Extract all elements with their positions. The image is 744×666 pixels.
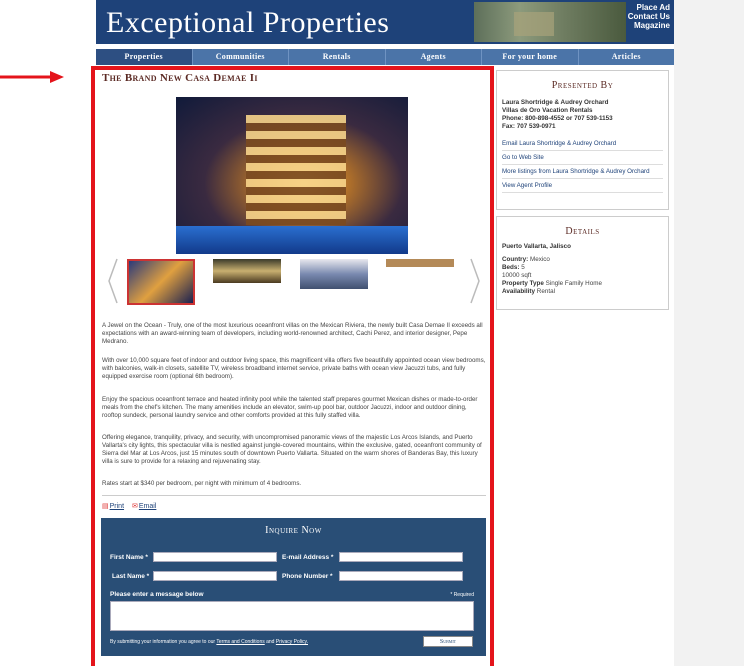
agency-name: Villas de Oro Vacation Rentals	[502, 107, 593, 114]
header-links: Place Ad Contact Us Magazine	[628, 3, 670, 30]
email-agent-link[interactable]: Email Laura Shortridge & Audrey Orchard	[502, 137, 663, 151]
site-logo[interactable]: Exceptional Properties	[106, 6, 389, 40]
red-arrow-icon	[0, 71, 64, 83]
nav-agents[interactable]: Agents	[386, 49, 482, 65]
contact-us-link[interactable]: Contact Us	[628, 12, 670, 21]
highlight-box	[91, 66, 494, 666]
nav-for-your-home[interactable]: For your home	[482, 49, 579, 65]
detail-country: Country: Mexico	[502, 256, 550, 263]
left-margin	[0, 0, 17, 666]
main-nav: Properties Communities Rentals Agents Fo…	[96, 49, 674, 65]
agent-phone: Phone: 800-898-4552 or 707 539-1153	[502, 115, 613, 122]
detail-beds: Beds: 5	[502, 264, 525, 271]
detail-property-type: Property Type Single Family Home	[502, 280, 602, 287]
agent-name: Laura Shortridge & Audrey Orchard	[502, 99, 609, 106]
detail-size: 10000 sqft	[502, 272, 532, 279]
header-photo	[474, 2, 626, 42]
nav-communities[interactable]: Communities	[193, 49, 289, 65]
site-header: Exceptional Properties Place Ad Contact …	[96, 0, 674, 44]
details-box: Details Puerto Vallarta, Jalisco Country…	[496, 216, 669, 310]
nav-properties[interactable]: Properties	[96, 49, 193, 65]
presented-by-title: Presented By	[551, 80, 614, 91]
website-link[interactable]: Go to Web Site	[502, 151, 663, 165]
agent-fax: Fax: 707 539-0971	[502, 123, 556, 130]
details-location: Puerto Vallarta, Jalisco	[502, 243, 571, 250]
place-ad-link[interactable]: Place Ad	[628, 3, 671, 12]
presented-by-box: Presented By Laura Shortridge & Audrey O…	[496, 70, 669, 210]
more-listings-link[interactable]: More listings from Laura Shortridge & Au…	[502, 165, 663, 179]
magazine-link[interactable]: Magazine	[628, 21, 670, 30]
nav-articles[interactable]: Articles	[579, 49, 675, 65]
details-title: Details	[565, 226, 600, 237]
nav-rentals[interactable]: Rentals	[289, 49, 386, 65]
detail-availability: Availability Rental	[502, 288, 555, 295]
agent-profile-link[interactable]: View Agent Profile	[502, 179, 663, 193]
